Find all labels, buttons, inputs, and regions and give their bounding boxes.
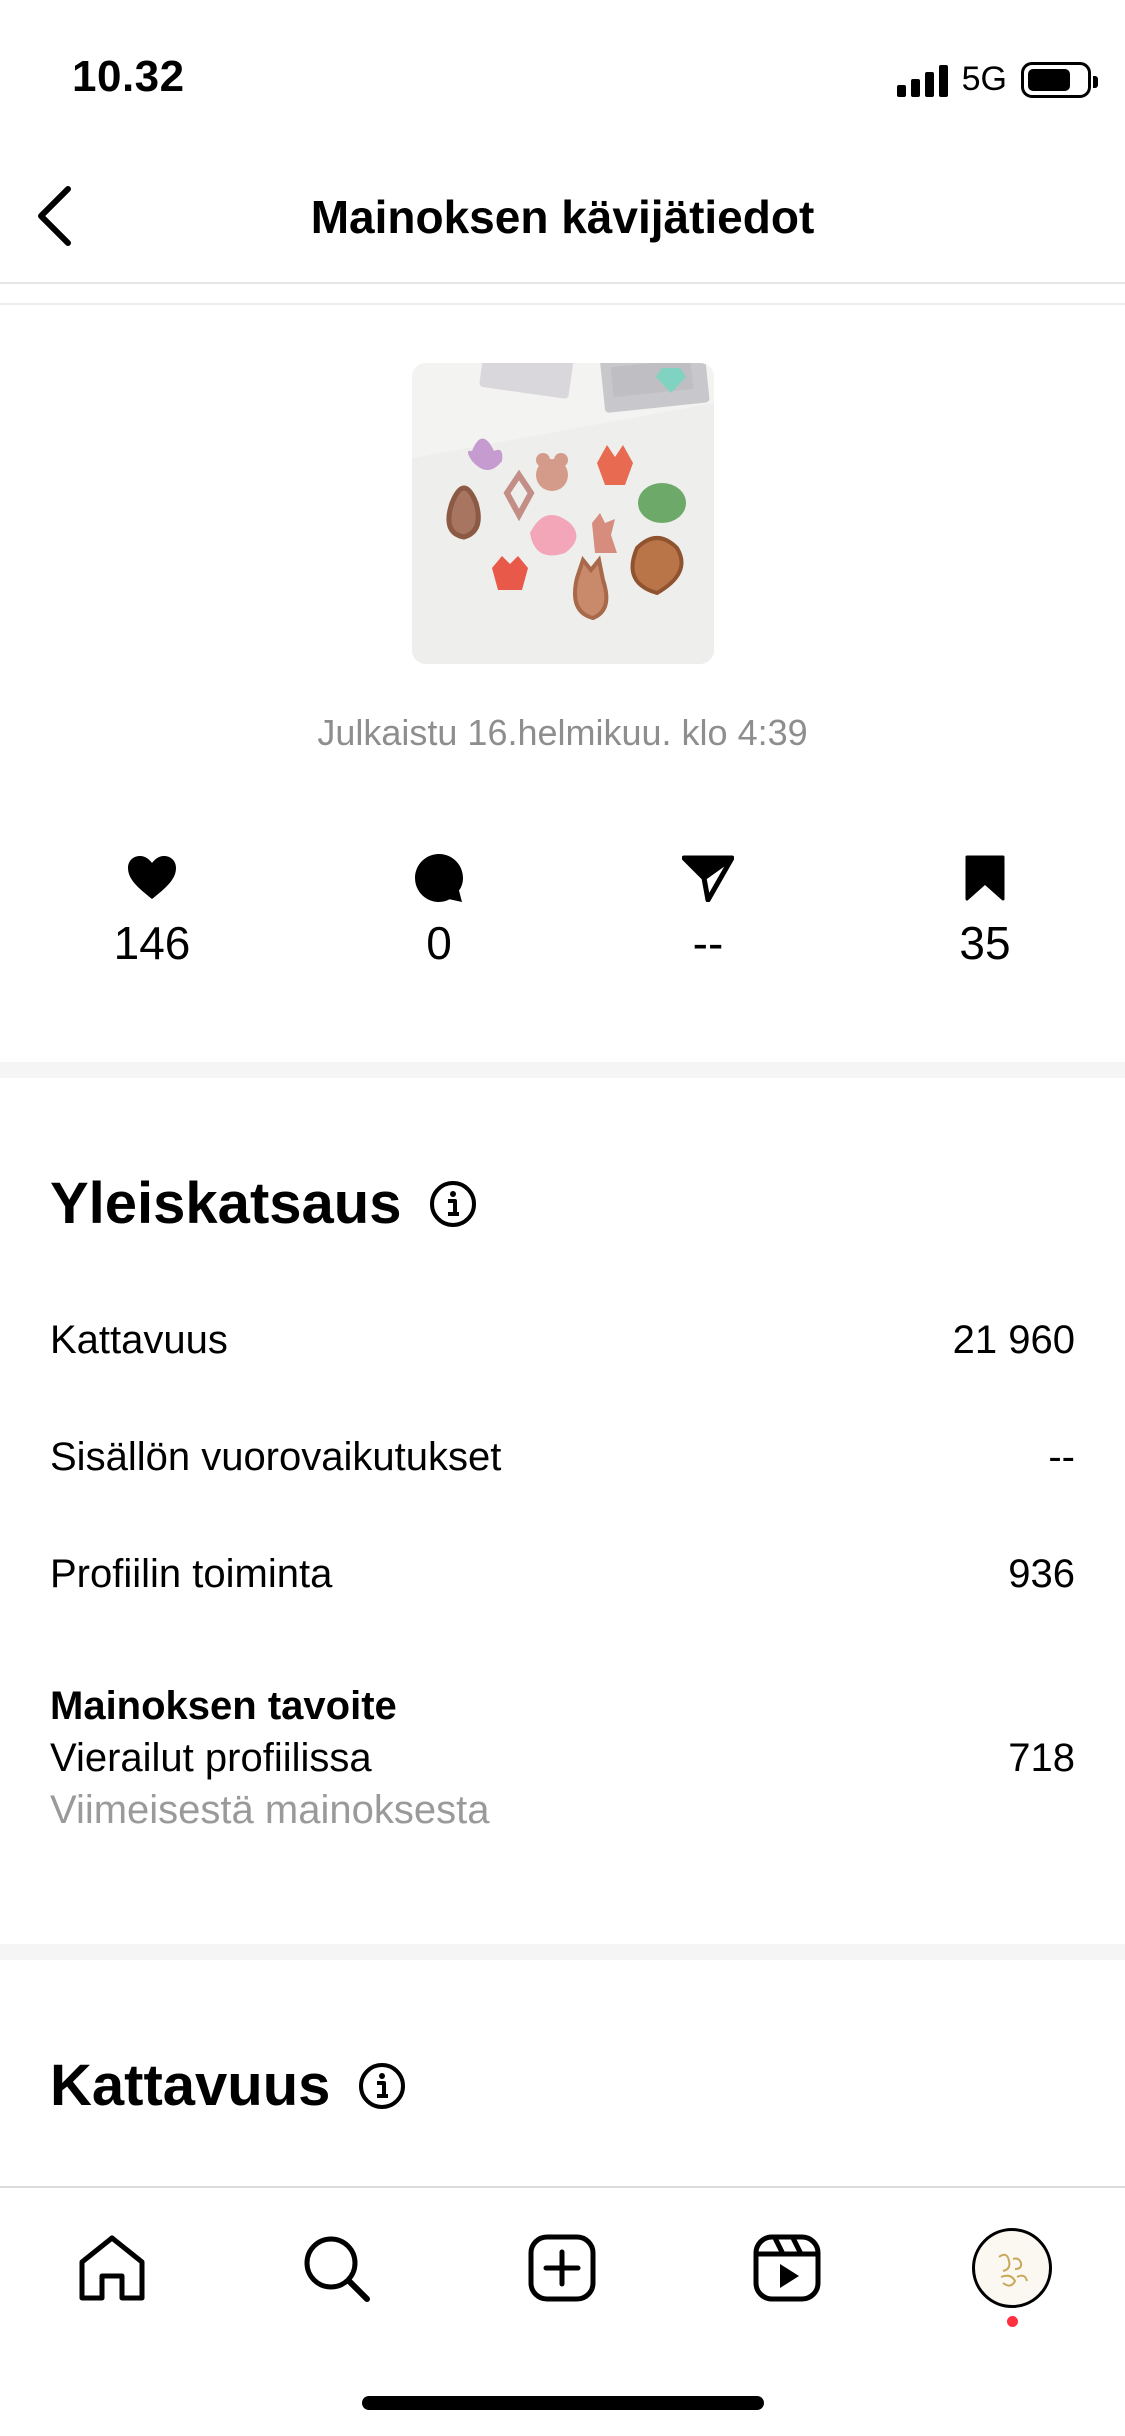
post-thumbnail[interactable] (412, 363, 714, 664)
avatar-logo (982, 2238, 1042, 2298)
status-indicators: 5G (896, 60, 1098, 99)
search-icon (304, 2236, 370, 2302)
tab-search[interactable] (286, 2218, 386, 2318)
stat-likes: 146 (52, 850, 252, 970)
status-bar: 10.32 5G (0, 0, 1125, 150)
stat-saves-value: 35 (959, 917, 1011, 969)
profile-avatar (972, 2228, 1052, 2308)
status-time: 10.32 (72, 52, 185, 101)
metric-row[interactable]: Profiilin toiminta 936 (50, 1552, 1075, 1597)
post-stats: 146 0 -- 35 (0, 850, 1125, 980)
tab-create[interactable] (512, 2218, 612, 2318)
comment-icon (415, 854, 463, 902)
metric-value: 936 (1008, 1552, 1075, 1596)
section-divider (0, 1062, 1125, 1078)
info-icon[interactable] (358, 2062, 406, 2110)
metric-label: Kattavuus (50, 1318, 228, 1362)
battery-icon (1021, 61, 1098, 98)
metric-value: -- (1048, 1435, 1075, 1479)
ad-goal[interactable]: Mainoksen tavoite Vierailut profiilissa … (50, 1680, 1075, 1836)
metric-label: Profiilin toiminta (50, 1552, 333, 1596)
header-divider (0, 282, 1125, 284)
metric-label: Sisällön vuorovaikutukset (50, 1435, 502, 1479)
create-post-icon (528, 2234, 596, 2302)
battery-level (1028, 68, 1070, 91)
page-title: Mainoksen kävijätiedot (310, 191, 815, 243)
overview-heading: Yleiskatsaus (50, 1170, 477, 1237)
ad-goal-note: Viimeisestä mainoksesta (50, 1788, 490, 1832)
reach-heading: Kattavuus (50, 2052, 406, 2119)
ad-goal-value: 718 (1008, 1736, 1075, 1780)
ad-goal-label: Vierailut profiilissa (50, 1736, 372, 1780)
stat-comments-value: 0 (426, 917, 452, 969)
post-image (412, 363, 714, 664)
overview-title: Yleiskatsaus (50, 1171, 402, 1236)
home-icon (79, 2235, 145, 2301)
heart-icon (128, 856, 176, 899)
signal-strength-icon (896, 63, 948, 97)
notification-dot (1007, 2316, 1018, 2327)
share-icon (682, 855, 734, 902)
metric-value: 21 960 (952, 1318, 1075, 1362)
stat-comments: 0 (339, 850, 539, 970)
section-divider (0, 1944, 1125, 1960)
ad-goal-title: Mainoksen tavoite (50, 1684, 397, 1728)
nav-header: Mainoksen kävijätiedot (0, 150, 1125, 282)
home-indicator (362, 2396, 764, 2410)
reach-title: Kattavuus (50, 2053, 331, 2118)
tab-home[interactable] (62, 2218, 162, 2318)
tab-profile[interactable] (962, 2218, 1062, 2318)
stat-shares: -- (608, 850, 808, 970)
info-icon[interactable] (429, 1180, 477, 1228)
post-published-date: Julkaistu 16.helmikuu. klo 4:39 (317, 712, 808, 753)
reels-icon (753, 2234, 821, 2302)
stat-saves: 35 (885, 850, 1085, 970)
network-type: 5G (961, 60, 1007, 98)
metric-row[interactable]: Kattavuus 21 960 (50, 1318, 1075, 1363)
metric-row[interactable]: Sisällön vuorovaikutukset -- (50, 1435, 1075, 1480)
stat-shares-value: -- (692, 917, 724, 969)
tab-reels[interactable] (737, 2218, 837, 2318)
stat-likes-value: 146 (113, 917, 191, 969)
bookmark-icon (965, 855, 1005, 901)
header-divider (0, 303, 1125, 305)
